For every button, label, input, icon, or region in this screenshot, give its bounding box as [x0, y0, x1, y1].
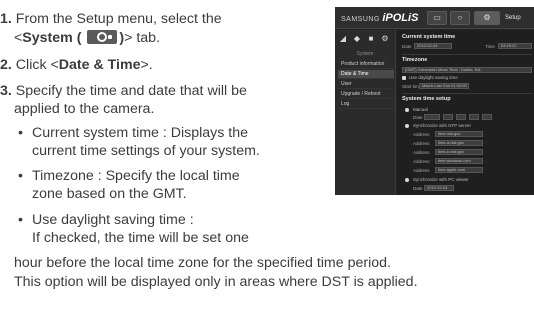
- bullet-dot: •: [18, 125, 23, 141]
- camera-setup-screenshot: SAMSUNG iPOLiS ▭ ○ ⚙ Setup ◢ ◆ ■ ⚙ Syste…: [335, 7, 534, 195]
- step-2-line: 2. Click <Date & Time>.: [0, 57, 153, 74]
- bullet-dot: •: [18, 212, 23, 228]
- brand-name: iPOLiS: [382, 12, 419, 24]
- pc-date-field: 2010-02-04: [424, 185, 454, 191]
- step-3-text: Specify the time and date that will be: [15, 83, 247, 99]
- ntp-address-label: Address: [413, 132, 430, 137]
- ntp-address-label: Address: [413, 141, 430, 146]
- setup-label: Setup: [505, 15, 521, 21]
- step-1-tail: > tab.: [124, 30, 161, 46]
- date-label: Date: [402, 44, 412, 49]
- ntp-radio[interactable]: [405, 124, 409, 128]
- live-tab[interactable]: ▭: [427, 11, 447, 25]
- setup-gear-icon: [87, 30, 118, 44]
- ntp-label: Synchronize with NTP server: [413, 123, 471, 128]
- brand-prefix: SAMSUNG: [341, 16, 380, 23]
- bullet-timezone-2: zone based on the GMT.: [32, 186, 187, 202]
- camera-header: SAMSUNG iPOLiS ▭ ○ ⚙ Setup: [335, 7, 534, 29]
- search-tab[interactable]: ○: [450, 11, 470, 25]
- manual-day-select[interactable]: [456, 114, 466, 120]
- step-1-text: From the Setup menu, select the: [15, 11, 222, 27]
- ntp-address-label: Address: [413, 159, 430, 164]
- divider: [402, 93, 532, 94]
- ntp-server-field[interactable]: time.windows.com: [435, 158, 483, 164]
- step-3-line-1: 3. Specify the time and date that will b…: [0, 83, 247, 100]
- video-icon[interactable]: ◢: [339, 35, 347, 43]
- current-time-title: Current system time: [402, 34, 456, 40]
- network-icon[interactable]: ◆: [353, 35, 361, 43]
- time-field: 03:15:22: [498, 43, 532, 49]
- gear-icon: ⚙: [483, 13, 491, 22]
- ntp-server-field[interactable]: time-a.nist.gov: [435, 140, 483, 146]
- pc-sync-radio[interactable]: [405, 178, 409, 182]
- system-time-setup-title: System time setup: [402, 96, 451, 102]
- date-field: 2010-02-04: [414, 43, 452, 49]
- pc-date-label: Date: [413, 186, 423, 191]
- setup-tab[interactable]: ⚙: [474, 11, 500, 25]
- ntp-address-label: Address: [413, 150, 430, 155]
- step-2-suffix: >.: [140, 57, 153, 73]
- divider: [402, 54, 532, 55]
- sidebar-item-date-time[interactable]: Date & Time: [338, 70, 394, 79]
- manual-radio[interactable]: [405, 108, 409, 112]
- system-icon[interactable]: ⚙: [381, 35, 389, 43]
- ntp-server-field[interactable]: time-b.nist.gov: [435, 149, 483, 155]
- step-1-number: 1.: [0, 11, 12, 27]
- bullet-dst-1: Use daylight saving time :: [32, 212, 194, 228]
- date-time-panel: Current system time Date 2010-02-04 Time…: [397, 30, 534, 195]
- manual-hour-select[interactable]: [469, 114, 479, 120]
- sidebar-item-upgrade-reboot[interactable]: Upgrade / Reboot: [338, 90, 394, 99]
- monitor-icon: ▭: [433, 13, 441, 22]
- timezone-title: Timezone: [402, 57, 428, 63]
- step-3-number: 3.: [0, 83, 12, 99]
- sidebar-category: System: [356, 51, 374, 57]
- dst-label: Use daylight saving time: [409, 75, 458, 80]
- camera-sidebar: ◢ ◆ ■ ⚙ System Product information Date …: [335, 30, 396, 195]
- sidebar-item-user[interactable]: User: [338, 80, 394, 89]
- time-label: Time: [485, 44, 495, 49]
- date-time-label: Date & Time: [58, 57, 141, 73]
- bullet-dst-3: hour before the local time zone for the …: [14, 255, 391, 271]
- step-1-line-1: 1. From the Setup menu, select the: [0, 11, 222, 28]
- step-1-line-2: <System ( )> tab.: [14, 30, 160, 47]
- system-tab-label: System (: [22, 30, 82, 46]
- ntp-server-field[interactable]: time.nist.gov: [435, 131, 483, 137]
- ntp-address-label: Address: [413, 168, 430, 173]
- step-2-number: 2.: [0, 57, 12, 73]
- manual-label: Manual: [413, 107, 428, 112]
- bullet-dst-4: This option will be displayed only in ar…: [14, 274, 418, 290]
- search-icon: ○: [457, 13, 463, 22]
- timezone-select[interactable]: (GMT) Greenwich Mean Time : Dublin, Edi: [402, 67, 532, 73]
- pc-sync-label: Synchronize with PC viewer: [413, 177, 469, 182]
- manual-month-select[interactable]: [443, 114, 453, 120]
- sidebar-item-product-information[interactable]: Product information: [338, 60, 394, 69]
- start-time-field[interactable]: March Last Sun 01:00:00: [419, 83, 469, 89]
- bullet-dot: •: [18, 168, 23, 184]
- event-icon[interactable]: ■: [367, 35, 375, 43]
- manual-date-label: Date: [413, 115, 423, 120]
- bullet-dst-2: If checked, the time will be set one: [32, 230, 249, 246]
- dst-checkbox[interactable]: [402, 76, 406, 80]
- bullet-current-time-1: Current system time : Displays the: [32, 125, 249, 141]
- step-2-prefix: Click <: [15, 57, 59, 73]
- step-3-line-2: applied to the camera.: [14, 101, 155, 117]
- bullet-timezone-1: Timezone : Specify the local time: [32, 168, 240, 184]
- brand-logo: SAMSUNG iPOLiS: [341, 12, 418, 24]
- sidebar-item-log[interactable]: Log: [338, 100, 394, 109]
- manual-year-select[interactable]: [424, 114, 440, 120]
- sidebar-category-icons: ◢ ◆ ■ ⚙: [339, 35, 393, 45]
- bullet-current-time-2: current time settings of your system.: [32, 143, 260, 159]
- manual-minute-select[interactable]: [482, 114, 492, 120]
- ntp-server-field[interactable]: time.apple.com: [435, 167, 483, 173]
